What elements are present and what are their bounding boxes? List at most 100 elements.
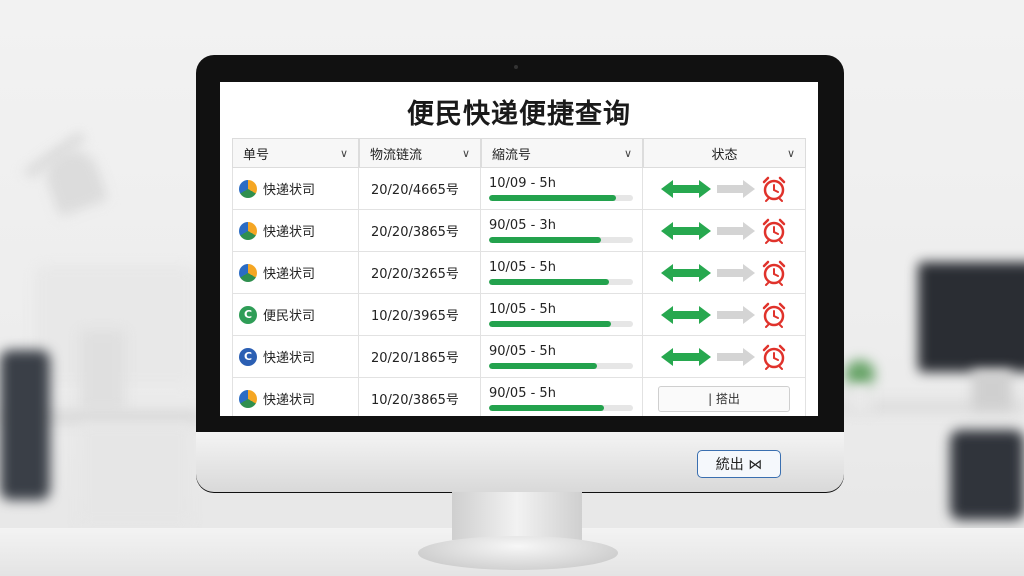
progress-bar [489, 278, 633, 285]
background-chair-right [950, 430, 1024, 520]
progress-bar [489, 236, 633, 243]
progress-fill [489, 362, 597, 369]
background-cabinet [80, 424, 190, 524]
tracking-number: 10/20/3965号 [371, 309, 459, 324]
tracking-table: 单号 ∨ 物流链流 ∨ 縮流号 ∨ 状态 ∨ 快递状司 20/20/4665号 10… [232, 138, 806, 416]
tracking-number: 20/20/3265号 [371, 267, 459, 282]
tracking-number: 10/20/3865号 [371, 393, 459, 408]
table-row[interactable]: 快递状司 20/20/3865号 90/05 - 3h [232, 210, 806, 252]
table-row[interactable]: C 便民状司 10/20/3965号 10/05 - 5h [232, 294, 806, 336]
progress-cell: 10/05 - 5h [481, 294, 643, 336]
column-header-status[interactable]: 状态 ∨ [643, 138, 806, 168]
company-cell: 快递状司 [232, 210, 359, 252]
progress-cell: 90/05 - 3h [481, 210, 643, 252]
alarm-clock-icon[interactable] [761, 176, 787, 202]
alarm-clock-icon[interactable] [761, 260, 787, 286]
chevron-down-icon: ∨ [786, 146, 795, 160]
progress-label: 10/05 - 5h [489, 301, 556, 317]
table-row[interactable]: 快递状司 20/20/4665号 10/09 - 5h [232, 168, 806, 210]
tracking-number: 20/20/1865号 [371, 351, 459, 366]
background-chair [0, 350, 50, 500]
progress-fill [489, 194, 616, 201]
arrow-right-icon [717, 305, 755, 324]
chin-button-label: 統出 ⋈ [715, 457, 763, 473]
logo-a-icon [239, 389, 257, 408]
chin-button[interactable]: 統出 ⋈ [697, 450, 781, 478]
company-cell: 快递状司 [232, 378, 359, 416]
tracking-number: 20/20/4665号 [371, 183, 459, 198]
logo-blue-icon: C [239, 347, 257, 366]
status-cell: | 搭出 [643, 378, 806, 416]
background-monitor-stand [972, 370, 1012, 410]
column-header-logistics[interactable]: 物流链流 ∨ [359, 138, 481, 168]
double-arrow-icon [661, 347, 711, 366]
company-name: 快递状司 [263, 183, 316, 198]
logo-a-icon [239, 221, 257, 240]
progress-label: 10/09 - 5h [489, 175, 556, 191]
tracking-number-cell: 20/20/3265号 [359, 252, 481, 294]
background-plant-pot [848, 385, 872, 413]
tracking-number-cell: 20/20/1865号 [359, 336, 481, 378]
column-header-label: 单号 [243, 147, 270, 163]
company-cell: C 便民状司 [232, 294, 359, 336]
export-button[interactable]: | 搭出 [658, 385, 790, 412]
monitor-stand [452, 492, 582, 540]
company-cell: C 快递状司 [232, 336, 359, 378]
logo-green-icon: C [239, 305, 257, 324]
table-row[interactable]: C 快递状司 20/20/1865号 90/05 - 5h [232, 336, 806, 378]
progress-label: 90/05 - 5h [489, 385, 556, 401]
double-arrow-icon [661, 305, 711, 324]
monitor-stand-base [418, 536, 618, 570]
tracking-number-cell: 10/20/3965号 [359, 294, 481, 336]
arrow-right-icon [717, 263, 755, 282]
logo-a-icon [239, 179, 257, 198]
tracking-number-cell: 20/20/4665号 [359, 168, 481, 210]
column-header-label: 縮流号 [492, 147, 532, 163]
logo-a-icon [239, 263, 257, 282]
status-cell [643, 336, 806, 378]
chevron-down-icon: ∨ [461, 146, 470, 160]
company-cell: 快递状司 [232, 168, 359, 210]
progress-cell: 90/05 - 5h [481, 336, 643, 378]
double-arrow-icon [661, 179, 711, 198]
company-name: 快递状司 [263, 225, 316, 240]
progress-bar [489, 194, 633, 201]
progress-bar [489, 404, 633, 411]
page-title: 便民快递便捷查询 [407, 99, 631, 130]
alarm-clock-icon[interactable] [761, 218, 787, 244]
double-arrow-icon [661, 263, 711, 282]
progress-label: 90/05 - 3h [489, 217, 556, 233]
export-button-label: | 搭出 [708, 392, 740, 406]
alarm-clock-icon[interactable] [761, 344, 787, 370]
column-header-label: 物流链流 [370, 147, 423, 163]
progress-cell: 10/05 - 5h [481, 252, 643, 294]
progress-fill [489, 404, 605, 411]
progress-fill [489, 320, 612, 327]
status-cell [643, 168, 806, 210]
progress-bar [489, 362, 633, 369]
table-header: 单号 ∨ 物流链流 ∨ 縮流号 ∨ 状态 ∨ [232, 138, 806, 168]
progress-cell: 10/09 - 5h [481, 168, 643, 210]
double-arrow-icon [661, 221, 711, 240]
progress-label: 10/05 - 5h [489, 259, 556, 275]
company-name: 便民状司 [263, 309, 316, 324]
table-row[interactable]: 快递状司 20/20/3265号 10/05 - 5h [232, 252, 806, 294]
column-header-label: 状态 [711, 147, 738, 163]
tracking-number-cell: 20/20/3865号 [359, 210, 481, 252]
camera-icon [514, 65, 518, 69]
status-cell [643, 210, 806, 252]
company-name: 快递状司 [263, 267, 316, 282]
arrow-right-icon [717, 179, 755, 198]
progress-cell: 90/05 - 5h [481, 378, 643, 416]
column-header-progress[interactable]: 縮流号 ∨ [481, 138, 643, 168]
company-cell: 快递状司 [232, 252, 359, 294]
progress-bar [489, 320, 633, 327]
tracking-number: 20/20/3865号 [371, 225, 459, 240]
background-plant [845, 360, 875, 388]
column-header-number[interactable]: 单号 ∨ [232, 138, 359, 168]
progress-fill [489, 236, 602, 243]
status-cell [643, 252, 806, 294]
table-row[interactable]: 快递状司 10/20/3865号 90/05 - 5h | 搭出 [232, 378, 806, 416]
alarm-clock-icon[interactable] [761, 302, 787, 328]
arrow-right-icon [717, 221, 755, 240]
